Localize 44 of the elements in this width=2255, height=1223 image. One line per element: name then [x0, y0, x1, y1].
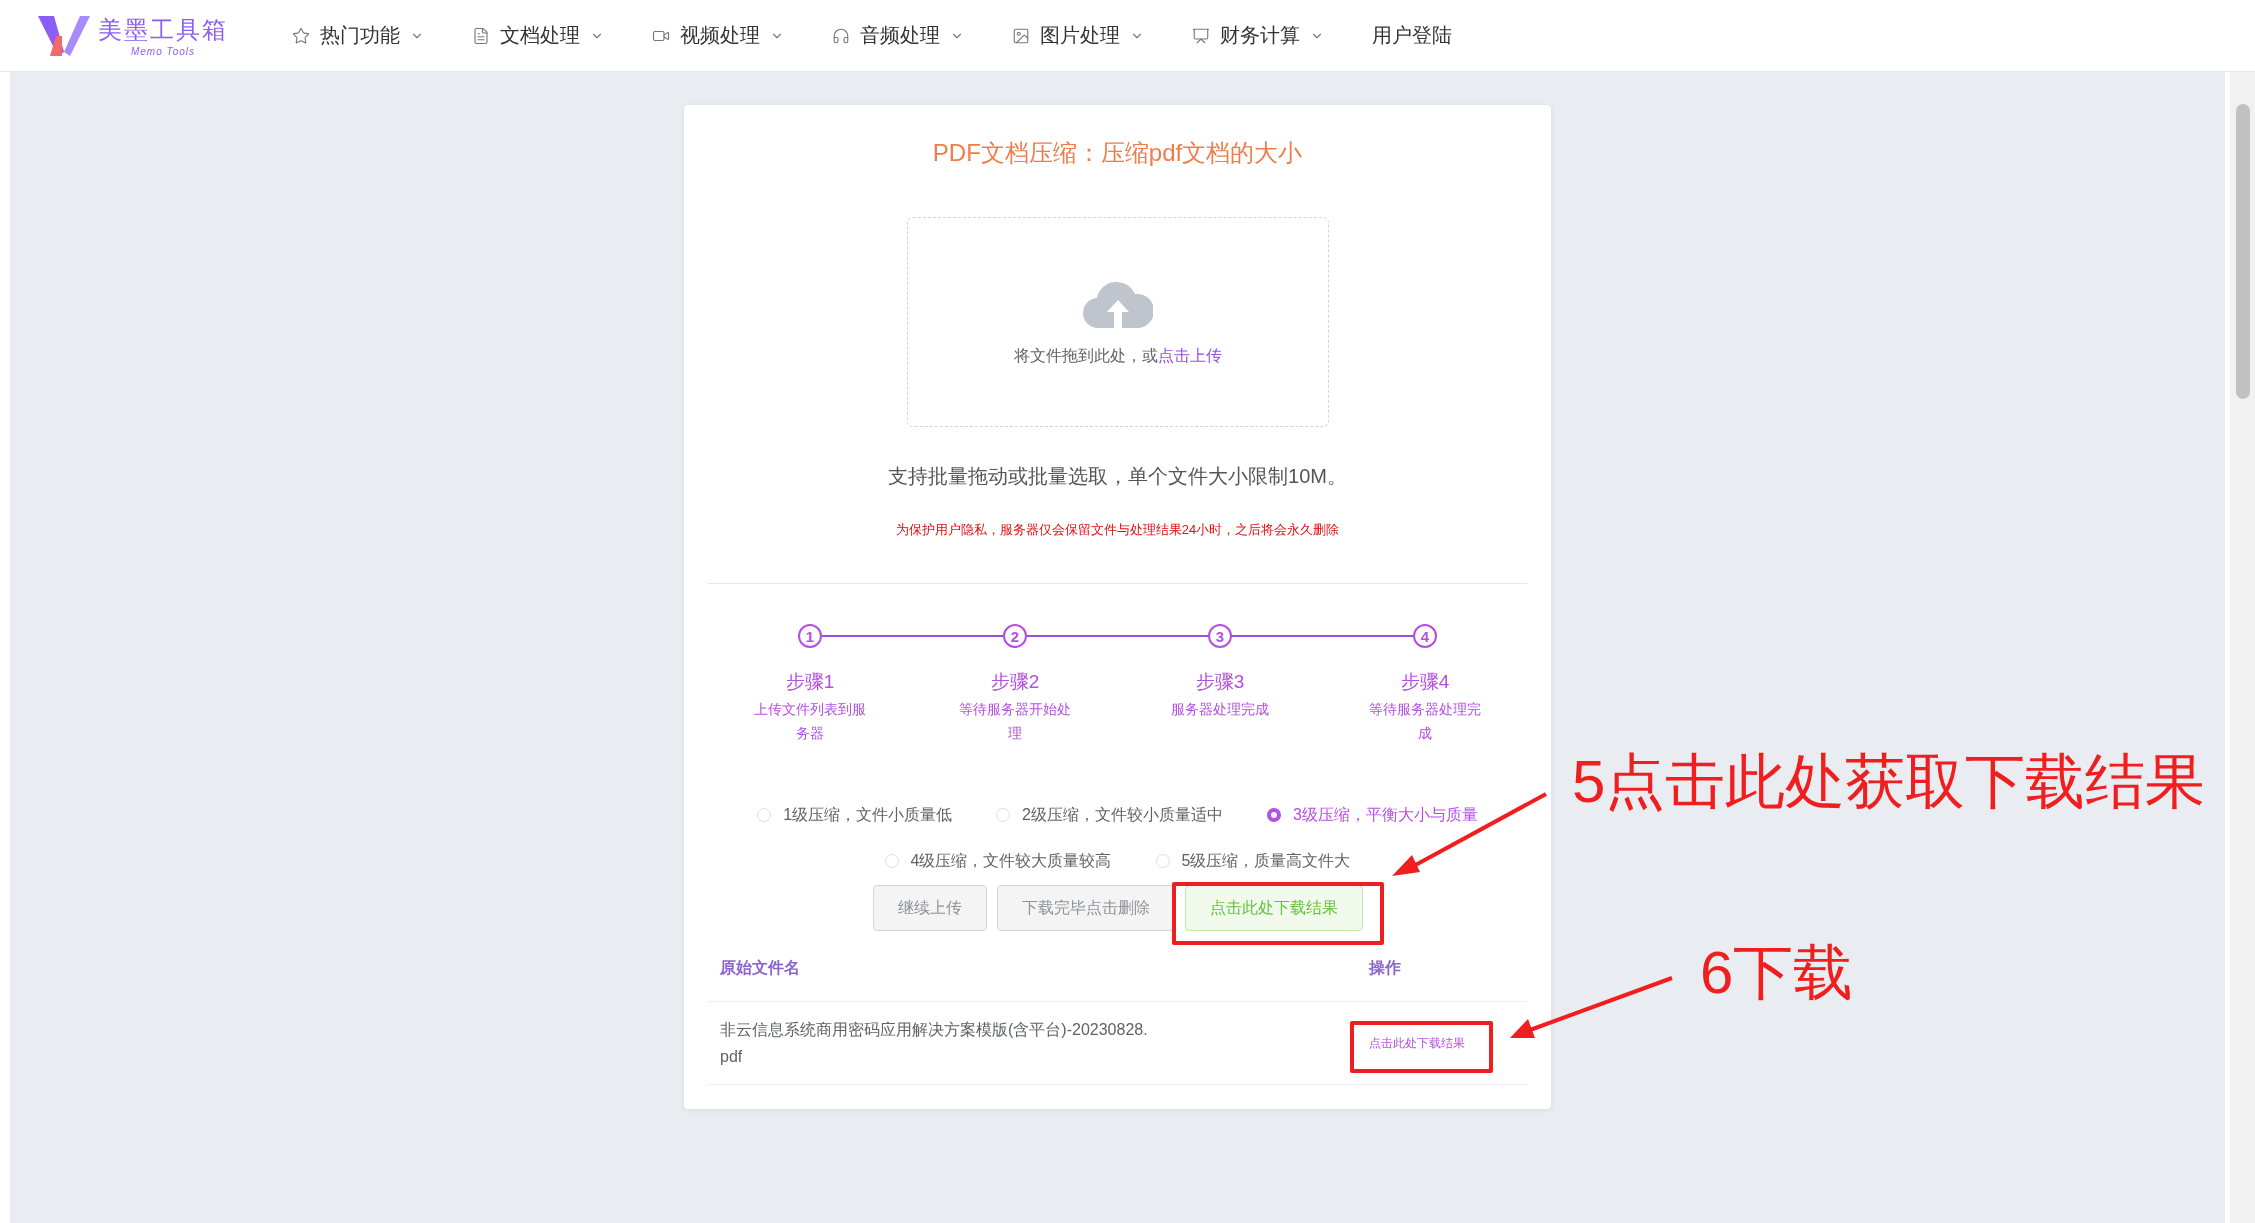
step-title: 步骤1 [785, 671, 835, 693]
compression-radio[interactable]: 5级压缩，质量高文件大 [1155, 850, 1351, 872]
scrollbar[interactable] [2230, 72, 2255, 1223]
step-title: 步骤3 [1195, 671, 1245, 693]
column-header: 操作 [1357, 936, 1527, 1002]
nav-item[interactable]: 视频处理 [628, 0, 808, 72]
size-note: 支持批量拖动或批量选取，单个文件大小限制10M。 [888, 464, 1347, 489]
nav-icon [1192, 26, 1210, 45]
nav-icon [472, 26, 490, 45]
compression-radio[interactable]: 3级压缩，平衡大小与质量 [1266, 804, 1478, 826]
nav-icon [292, 26, 310, 45]
annotation-text: 5点击此处获取下载结果 [1572, 747, 2206, 817]
logo-name: 美墨工具箱 [98, 15, 228, 45]
step-description: 等待服务器处理完成 [1368, 700, 1482, 743]
page-title: PDF文档压缩：压缩pdf文档的大小 [932, 138, 1303, 168]
step-title: 步骤2 [990, 671, 1040, 693]
nav-icon [1012, 26, 1030, 45]
privacy-note: 为保护用户隐私，服务器仅会保留文件与处理结果24小时，之后将会永久删除 [895, 521, 1340, 539]
nav-item[interactable]: 音频处理 [808, 0, 988, 72]
step-description: 服务器处理完成 [1170, 700, 1270, 719]
nav-icon [832, 26, 850, 45]
compression-radio[interactable]: 4级压缩，文件较大质量较高 [884, 850, 1112, 872]
step-number: 1 [798, 624, 822, 648]
nav-item[interactable]: 用户登陆 [1348, 0, 1476, 72]
step-number: 4 [1413, 624, 1437, 648]
compression-radio[interactable]: 2级压缩，文件较小质量适中 [996, 804, 1223, 826]
nav-item[interactable]: 财务计算 [1168, 0, 1348, 72]
step-description: 上传文件列表到服务器 [753, 700, 867, 743]
compression-radio[interactable]: 1级压缩，文件小质量低 [757, 804, 953, 826]
upload-dropzone[interactable]: 将文件拖到此处，或点击上传 [906, 217, 1329, 427]
step-title: 步骤4 [1400, 671, 1450, 693]
annotation-text: 6下载 [1700, 938, 1854, 1008]
download-link[interactable]: 点击此处下载结果 [1369, 1029, 1465, 1057]
filename-cell: 非云信息系统商用密码应用解决方案模版(含平台)-20230828. pdf [708, 1002, 1357, 1085]
step-description: 等待服务器开始处理 [958, 700, 1072, 743]
upload-link[interactable]: 点击上传 [1157, 346, 1222, 364]
nav-item[interactable]: 热门功能 [268, 0, 448, 72]
logo-tagline: Memo Tools [130, 46, 196, 57]
nav-item[interactable]: 文档处理 [448, 0, 628, 72]
step-number: 2 [1003, 624, 1027, 648]
column-header: 原始文件名 [708, 936, 1357, 1002]
step-number: 3 [1208, 624, 1232, 648]
upload-hint: 将文件拖到此处，或点击上传 [1013, 345, 1222, 366]
nav-item[interactable]: 图片处理 [988, 0, 1168, 72]
